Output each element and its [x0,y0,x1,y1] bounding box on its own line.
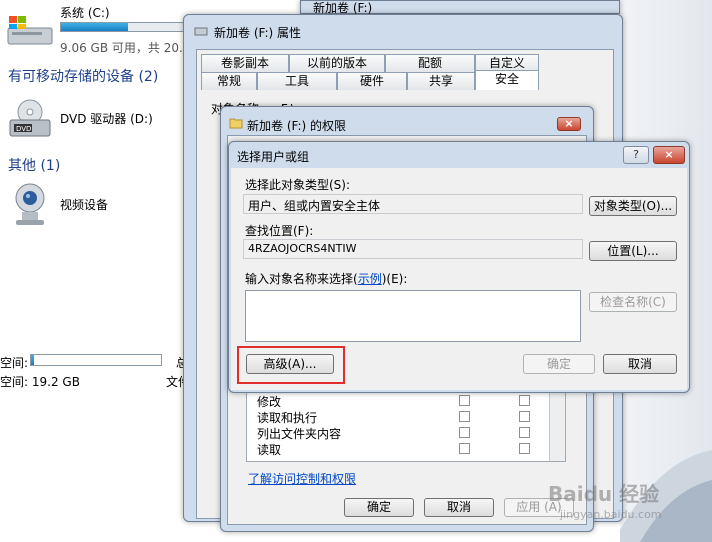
allow-modify-checkbox[interactable] [459,395,470,406]
names-label-suffix: (E): [386,272,408,286]
drive-c-info: 9.06 GB 可用，共 20.4 [60,41,191,55]
deny-list-folder-checkbox[interactable] [519,427,530,438]
deny-read-checkbox[interactable] [519,443,530,454]
tab-general[interactable]: 常规 [201,72,257,90]
tab-tools[interactable]: 工具 [257,72,337,90]
object-types-button[interactable]: 对象类型(O)... [589,196,677,216]
deny-modify-checkbox[interactable] [519,395,530,406]
drive-c-capacity-bar [60,22,184,32]
access-control-link[interactable]: 了解访问控制和权限 [248,470,356,487]
locations-button[interactable]: 位置(L)... [589,241,677,261]
properties-window-title: 新加卷 (F:) 属性 [214,26,302,40]
location-label: 查找位置(F): [245,224,314,238]
background-window[interactable]: 新加卷 (F:) [300,0,620,15]
select-cancel-button[interactable]: 取消 [603,354,677,374]
names-label: 输入对象名称来选择(示例)(E): [245,272,408,286]
deny-read-execute-checkbox[interactable] [519,411,530,422]
permissions-cancel-button[interactable]: 取消 [424,498,494,517]
watermark-text: Baidu 经验 [548,482,660,506]
tab-security[interactable]: 安全 [475,70,539,90]
properties-window-icon [194,25,208,40]
object-type-label: 选择此对象类型(S): [245,178,351,192]
select-users-title: 选择用户或组 [237,150,310,164]
close-icon: × [664,148,674,161]
other-header[interactable]: 其他 (1) [8,155,60,175]
tab-previous-versions[interactable]: 以前的版本 [289,54,385,72]
select-users-close-button[interactable]: × [653,146,685,164]
permissions-list: 修改 读取和执行 列出文件夹内容 读取 [246,390,566,462]
allow-read-checkbox[interactable] [459,443,470,454]
webcam-icon[interactable] [10,182,52,231]
status-capacity-bar [30,354,162,366]
status-space-label: 空间: [0,356,29,370]
examples-link[interactable]: 示例 [358,272,382,286]
drive-c-name[interactable]: 系统 (C:) [60,4,110,21]
svg-text:DVD: DVD [16,125,31,133]
perm-item-read-execute: 读取和执行 [257,411,318,425]
select-users-client: 选择此对象类型(S): 用户、组或内置安全主体 对象类型(O)... 查找位置(… [231,168,687,390]
permissions-close-button[interactable]: × [557,117,581,131]
tab-hardware[interactable]: 硬件 [337,72,407,90]
perm-item-read: 读取 [257,443,282,457]
tab-quota[interactable]: 配额 [385,54,475,72]
location-field: 4RZAOJOCRS4NTIW [243,239,583,259]
removable-devices-header[interactable]: 有可移动存储的设备 (2) [8,66,158,86]
folder-icon [229,116,243,133]
permissions-scrollbar[interactable] [549,391,565,461]
advanced-button[interactable]: 高级(A)... [246,354,334,374]
status-total-label: 空间: 19.2 GB [0,375,80,389]
tab-shadow-copies[interactable]: 卷影副本 [201,54,289,72]
permissions-ok-button[interactable]: 确定 [344,498,414,517]
object-type-field: 用户、组或内置安全主体 [243,194,583,214]
dvd-drive-icon[interactable]: DVD [6,98,56,143]
close-icon: × [564,117,574,130]
select-users-dialog[interactable]: 选择用户或组 ? × 选择此对象类型(S): 用户、组或内置安全主体 对象类型(… [228,141,690,393]
object-names-input[interactable] [245,290,581,342]
drive-c-icon[interactable] [6,14,56,51]
video-device-name[interactable]: 视频设备 [60,196,108,213]
watermark-sub: jingyan.baidu.com [560,508,662,521]
perm-item-list-folder: 列出文件夹内容 [257,427,342,441]
check-names-button[interactable]: 检查名称(C) [589,292,677,312]
perm-item-modify: 修改 [257,395,282,409]
permissions-window-title: 新加卷 (F:) 的权限 [247,119,347,133]
help-button[interactable]: ? [623,146,649,164]
allow-read-execute-checkbox[interactable] [459,411,470,422]
tab-sharing[interactable]: 共享 [407,72,475,90]
help-icon: ? [633,148,639,161]
names-label-text: 输入对象名称来选择 [245,272,354,286]
allow-list-folder-checkbox[interactable] [459,427,470,438]
dvd-drive-name[interactable]: DVD 驱动器 (D:) [60,110,153,127]
select-ok-button[interactable]: 确定 [523,354,595,374]
